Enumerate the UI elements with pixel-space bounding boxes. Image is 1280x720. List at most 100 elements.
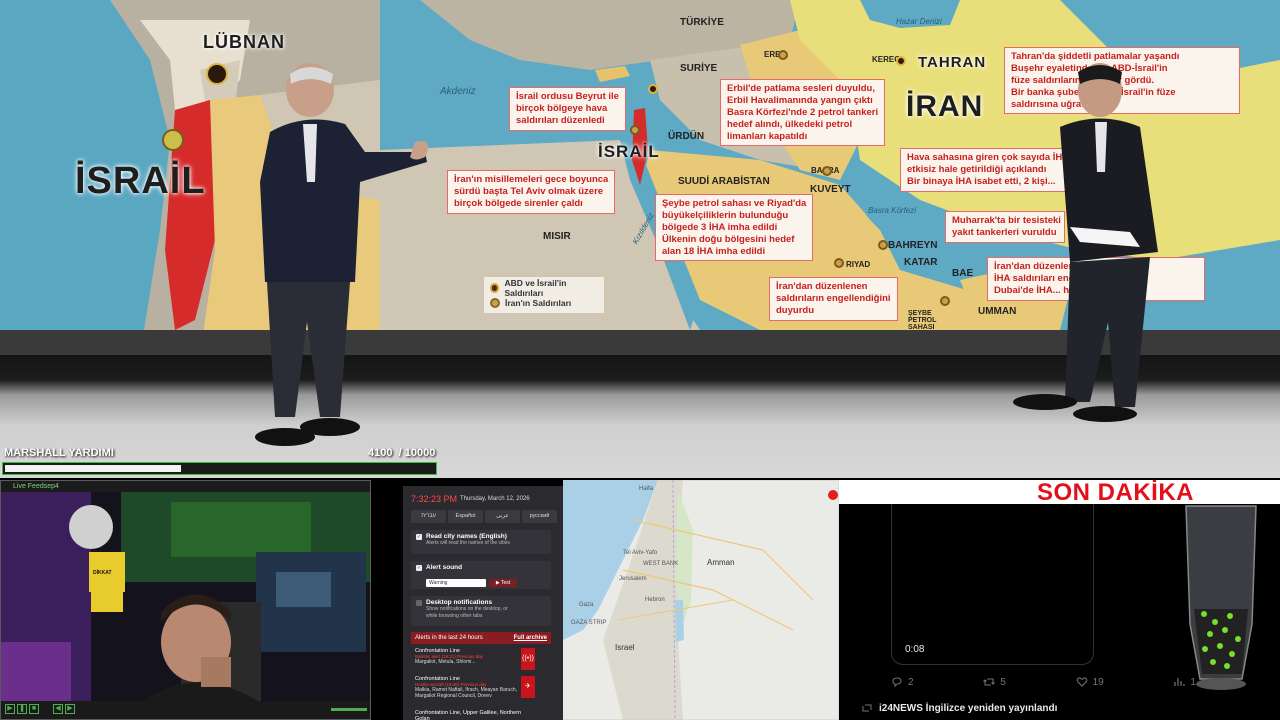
attack-marker-israil — [162, 129, 184, 151]
full-archive-link[interactable]: Full archive — [514, 635, 547, 641]
label-iran: İRAN — [906, 90, 984, 123]
tweet-stats: 2 5 19 1.1K — [891, 676, 1211, 688]
label-riyad: Riyad — [846, 260, 871, 269]
label-katar: KATAR — [904, 257, 938, 268]
alerts-24h-header: Alerts in the last 24 hours Full archive — [411, 632, 551, 644]
presenter-left — [255, 63, 429, 446]
donation-progress-fill — [5, 465, 181, 472]
donation-progress-bar — [2, 462, 437, 475]
map-label-gaza: Gaza — [579, 602, 594, 608]
label-akdeniz: Akdeniz — [440, 86, 476, 97]
attack-marker-lubnan — [206, 63, 228, 85]
note-seybe: Şeybe petrol sahası ve Riyad'da büyükelçi… — [655, 194, 814, 262]
label-bae: BAE — [952, 268, 974, 279]
like-button[interactable]: 19 — [1076, 676, 1104, 688]
label-kuveyt: KUVEYT — [810, 184, 851, 195]
map-label-hebron: Hebron — [645, 597, 665, 603]
alert-date: Thursday, March 12, 2026 — [460, 496, 530, 502]
prev-icon[interactable]: ◀ — [53, 704, 63, 714]
attack-marker — [834, 258, 844, 268]
label-israil: İSRAİL — [598, 142, 660, 161]
label-hazar: Hazar Denizi — [896, 17, 942, 26]
red-alert-panel: 7:32:23 PM Thursday, March 12, 2026 עברי… — [403, 486, 563, 720]
webcam-title: Live Feedsep4 — [1, 481, 370, 492]
retweet-button[interactable]: 5 — [983, 676, 1006, 688]
reply-icon — [892, 677, 902, 688]
news-tweet-panel: SON DAKİKA 0:08 2 5 19 1.1K i24NEWS İng — [839, 480, 1280, 720]
label-tahran: TAHRAN — [918, 54, 987, 71]
label-bahreyn: BAHREYN — [888, 240, 938, 251]
pause-icon[interactable]: ❚ — [17, 704, 27, 714]
attack-marker — [778, 50, 788, 60]
aircraft-alert-icon: ✈ — [521, 676, 535, 698]
stop-icon[interactable]: ■ — [29, 704, 39, 714]
map-terrain — [563, 480, 839, 720]
lang-hebrew-button[interactable]: עברית — [411, 510, 446, 523]
play-icon[interactable]: ▶ — [5, 704, 15, 714]
beer-glass-overlay — [1185, 505, 1257, 690]
sound-select[interactable]: Warning — [426, 579, 486, 587]
alert-sound-option[interactable]: ✓ Alert sound Warning ▶ Test — [411, 561, 551, 589]
attack-marker — [896, 56, 906, 66]
israel-map[interactable]: Haifa Tel Aviv-Yafo WEST BANK Amman Jeru… — [563, 480, 839, 720]
presenter-right — [1013, 63, 1158, 422]
label-lubnan: LÜBNAN — [203, 32, 285, 52]
label-suriye: SURİYE — [680, 63, 718, 74]
lang-russian-button[interactable]: русский — [522, 510, 557, 523]
read-city-option[interactable]: ✓ Read city names (English) Alerts will … — [411, 530, 551, 554]
retweet-icon — [983, 678, 996, 686]
label-urdun: ÜRDÜN — [668, 131, 705, 142]
checkbox-unchecked-icon[interactable] — [416, 600, 422, 606]
lang-spanish-button[interactable]: Español — [448, 510, 483, 523]
breaking-news-banner: SON DAKİKA — [1037, 480, 1195, 506]
heart-icon — [1076, 677, 1087, 687]
map-label-gaza-strip: GAZA STRIP — [571, 620, 607, 626]
checkbox-checked-icon[interactable]: ✓ — [416, 565, 422, 571]
label-turkiye: TÜRKİYE — [680, 17, 724, 28]
map-label-amman: Amman — [707, 558, 735, 567]
map-label-west-bank: WEST BANK — [643, 561, 679, 567]
retweet-icon — [862, 704, 872, 712]
retweeted-by: i24NEWS İngilizce yeniden yayınlandı — [861, 702, 1057, 714]
next-icon[interactable]: ▶ — [65, 704, 75, 714]
legend-iran-icon — [490, 297, 500, 308]
map-label-israel: Israel — [615, 643, 635, 652]
volume-slider[interactable] — [331, 708, 367, 711]
attack-marker — [648, 84, 658, 94]
note-iran-missiles: İran'ın misillemeleri gece boyunca sürdü … — [447, 170, 616, 214]
label-seybe: Şeybe Petrol Sahası — [908, 310, 937, 331]
map-label-jerusalem: Jerusalem — [619, 576, 647, 582]
alert-clock: 7:32:23 PM — [411, 494, 458, 504]
desktop-notifications-option[interactable]: Desktop notifications Show notifications… — [411, 596, 551, 626]
warning-sign: DİKKAT — [93, 570, 112, 576]
reply-button[interactable]: 2 — [891, 676, 914, 688]
webcam-controls: ▶ ❚ ■ ◀ ▶ — [1, 701, 370, 719]
map-label-haifa: Haifa — [639, 486, 654, 492]
stream-layout: LÜBNAN İSRAİL TÜRKİYE SURİYE ÜRDÜN MISIR… — [0, 0, 1280, 720]
legend-abd-icon — [490, 282, 500, 293]
lang-arabic-button[interactable]: عربى — [485, 510, 520, 523]
map-legend: ABD ve İsrail'in Saldırıları İran'ın Sal… — [484, 277, 604, 313]
alert-item[interactable]: Confrontation Line Hostile aircraft (19:… — [415, 676, 537, 700]
test-sound-button[interactable]: ▶ Test — [489, 579, 517, 587]
label-israil-big: İSRAİL — [75, 160, 206, 202]
note-beirut: İsrail ordusu Beyrut ile birçok bölgeye h… — [509, 87, 626, 131]
donation-goal-label: MARSHALL YARDIMI — [4, 447, 114, 459]
attack-marker — [822, 166, 832, 176]
attack-marker — [940, 296, 950, 306]
attack-marker — [630, 125, 640, 135]
alert-item[interactable]: Confrontation Line, Upper Galilee, North… — [415, 710, 537, 720]
checkbox-checked-icon[interactable]: ✓ — [416, 534, 422, 540]
label-misir: MISIR — [543, 231, 571, 242]
label-basra-korfezi: Basra Körfezi — [868, 206, 917, 215]
label-suudi: SUUDİ ARABİSTAN — [678, 176, 770, 187]
note-iran-attacks: İran'dan düzenlenen saldırıların engellen… — [769, 277, 898, 321]
missile-alert-icon: ((•)) — [521, 648, 535, 670]
language-selector: עברית Español عربى русский — [411, 510, 557, 523]
tweet-video[interactable] — [891, 504, 1094, 665]
attack-marker — [878, 240, 888, 250]
video-duration: 0:08 — [905, 644, 925, 655]
webcam-feed: Live Feedsep4 DİKKAT ▶ ❚ ■ ◀ ▶ — [0, 480, 371, 720]
webcam-scene — [1, 492, 370, 703]
alert-item[interactable]: Confrontation Line Ballistic alert (19:3… — [415, 648, 537, 665]
